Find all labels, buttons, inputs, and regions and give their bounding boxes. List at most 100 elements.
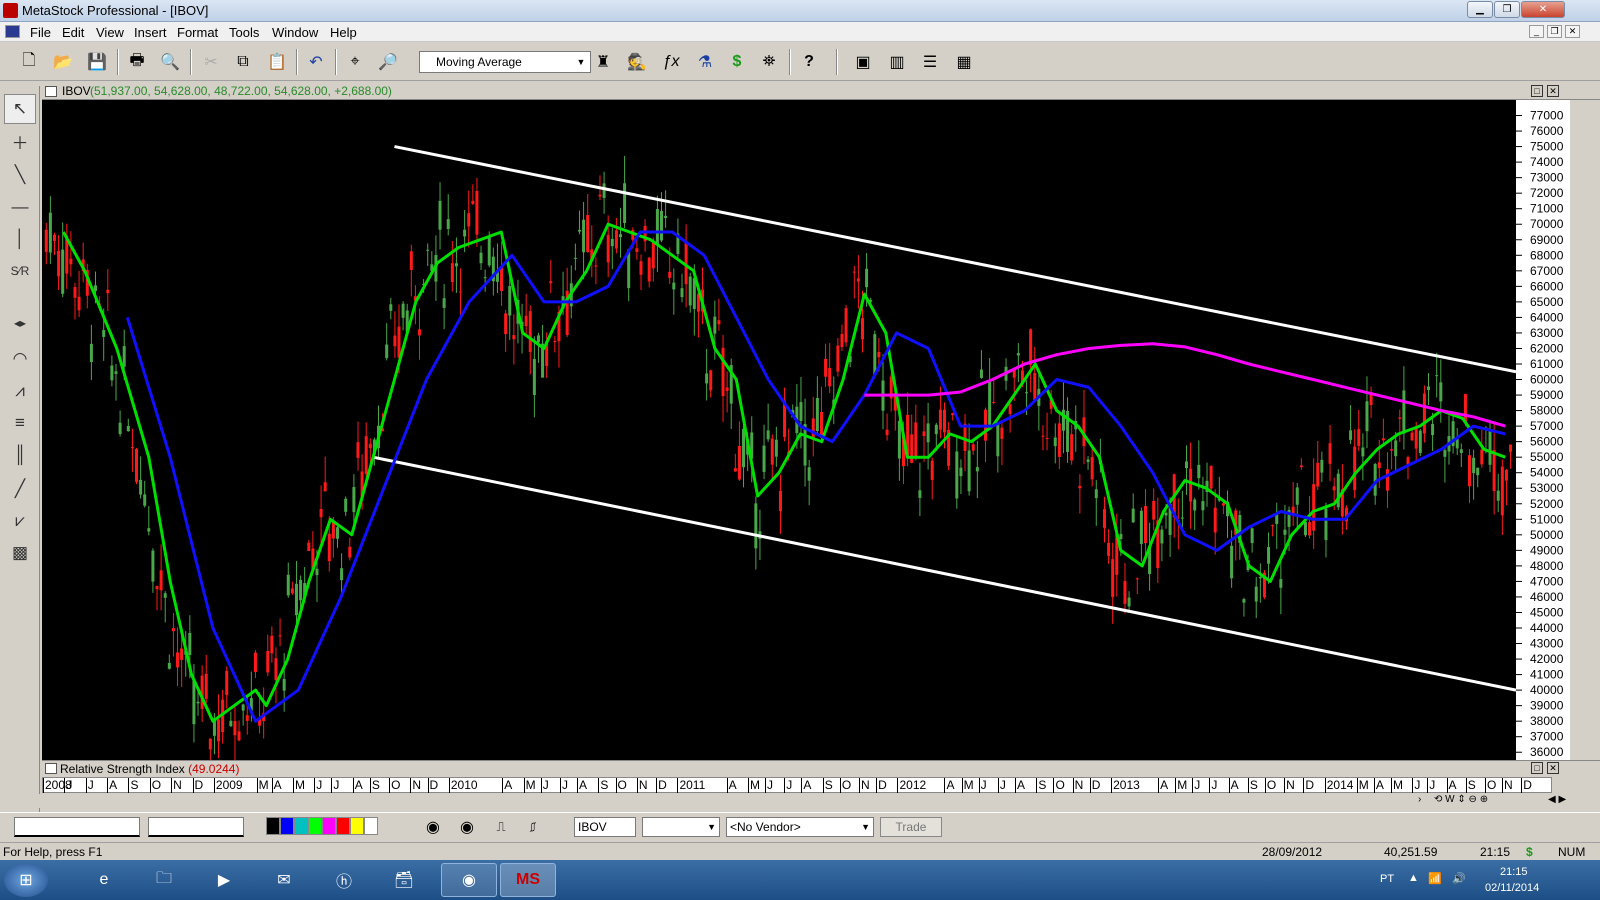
zoom-icon[interactable]: 🔎: [375, 49, 401, 75]
color-swatch[interactable]: [308, 817, 322, 835]
language-indicator[interactable]: PT: [1380, 873, 1394, 885]
periodicity-select[interactable]: ▼: [642, 817, 720, 837]
crosshair-icon[interactable]: ⌖: [342, 49, 368, 75]
line-style-select[interactable]: [14, 817, 140, 837]
chrome-icon[interactable]: ◉: [420, 814, 446, 840]
scroll-arrows-icon[interactable]: ◀ ▶: [1548, 794, 1566, 805]
mdi-restore-button[interactable]: ❐: [1547, 25, 1562, 38]
symbol-field[interactable]: IBOV: [574, 817, 636, 837]
chart-window-icon[interactable]: [45, 86, 57, 97]
scroll-left-icon[interactable]: ›: [1418, 794, 1421, 805]
metastock-taskbar-icon[interactable]: MS: [500, 863, 556, 897]
chevron-down-icon[interactable]: ▼: [707, 818, 716, 836]
close-chart-icon[interactable]: ✕: [1547, 85, 1559, 97]
open-icon[interactable]: 📂: [50, 49, 76, 75]
color-swatch[interactable]: [322, 817, 336, 835]
undo-icon[interactable]: ↶: [303, 49, 329, 75]
menu-insert[interactable]: Insert: [134, 25, 167, 40]
detective-icon[interactable]: 🕵: [624, 49, 650, 75]
menu-help[interactable]: Help: [330, 25, 357, 40]
fibonacci-fan-icon[interactable]: ⩘: [4, 376, 36, 406]
save-icon[interactable]: 💾: [84, 49, 110, 75]
chrome-icon[interactable]: ◉: [454, 814, 480, 840]
mdi-close-button[interactable]: ✕: [1565, 25, 1580, 38]
chevron-down-icon[interactable]: ▼: [861, 818, 870, 836]
line-weight-select[interactable]: [148, 817, 244, 837]
menu-view[interactable]: View: [96, 25, 124, 40]
maximize-chart-icon[interactable]: □: [1531, 85, 1543, 97]
open-chart-icon[interactable]: ⎎: [520, 814, 546, 840]
chrome-taskbar-icon[interactable]: ◉: [441, 863, 497, 897]
menu-edit[interactable]: Edit: [62, 25, 84, 40]
trade-button[interactable]: Trade: [880, 817, 942, 837]
copy-icon[interactable]: ⧉: [230, 49, 256, 75]
color-palette[interactable]: [266, 817, 378, 835]
close-rsi-icon[interactable]: ✕: [1547, 762, 1559, 774]
close-button[interactable]: ✕: [1521, 1, 1565, 18]
vertical-line-icon[interactable]: │: [4, 224, 36, 254]
vendor-select[interactable]: <No Vendor> ▼: [726, 817, 874, 837]
fibonacci-arcs-icon[interactable]: ◠: [4, 344, 36, 374]
indicator-select[interactable]: Moving Average ▼: [419, 51, 591, 73]
cycle-lines-icon[interactable]: ║: [4, 440, 36, 470]
print-preview-icon[interactable]: 🔍: [157, 49, 183, 75]
binoculars-icon[interactable]: ⛯: [756, 49, 782, 75]
print-icon[interactable]: 🖶: [124, 49, 150, 75]
document-icon[interactable]: [5, 25, 20, 38]
explorer-icon[interactable]: ⚗: [692, 49, 718, 75]
explorer-folder-icon[interactable]: 🗀: [136, 863, 192, 897]
tile-icon[interactable]: ▣: [850, 49, 876, 75]
new-icon[interactable]: 🗋: [16, 49, 42, 75]
price-chart[interactable]: 3600037000 3800039000 4000041000 4200043000…: [42, 100, 1570, 760]
color-swatch[interactable]: [280, 817, 294, 835]
price-bar-body: [1476, 467, 1480, 476]
outlook-icon[interactable]: ✉: [256, 863, 312, 897]
horizontal-line-icon[interactable]: —: [4, 192, 36, 222]
line-tool-icon[interactable]: ╱: [4, 474, 36, 504]
network-icon[interactable]: 📶: [1428, 872, 1442, 885]
color-swatch[interactable]: [350, 817, 364, 835]
price-bar-body: [635, 248, 639, 252]
help-icon[interactable]: ?: [796, 49, 822, 75]
support-resistance-icon[interactable]: S⁄R: [4, 256, 36, 286]
trendline-icon[interactable]: ╲: [4, 160, 36, 190]
mdi-minimize-button[interactable]: _: [1529, 25, 1544, 38]
cut-icon[interactable]: ✂: [198, 49, 224, 75]
trader-icon[interactable]: ♜: [590, 49, 616, 75]
file-manager-icon[interactable]: 🗃: [376, 863, 432, 897]
chevron-down-icon[interactable]: ▼: [574, 54, 588, 70]
price-bar-body: [274, 658, 278, 681]
rsi-window-icon[interactable]: [45, 763, 57, 774]
gann-fan-icon[interactable]: ⩗: [4, 506, 36, 536]
scroll-controls[interactable]: ⟲ W ⇕ ⊖ ⊕: [1434, 794, 1488, 805]
columns-icon[interactable]: ▥: [884, 49, 910, 75]
tray-arrow-icon[interactable]: ▲: [1408, 872, 1419, 884]
media-player-icon[interactable]: ▶: [196, 863, 252, 897]
formula-icon[interactable]: ƒx: [658, 49, 684, 75]
pointer-icon[interactable]: ↖: [4, 94, 36, 124]
paste-icon[interactable]: 📋: [264, 49, 290, 75]
color-swatch[interactable]: [266, 817, 280, 835]
menu-format[interactable]: Format: [177, 25, 218, 40]
maximize-button[interactable]: ❐: [1494, 1, 1520, 18]
hp-icon[interactable]: ⓗ: [316, 863, 372, 897]
color-swatch[interactable]: [336, 817, 350, 835]
maximize-rsi-icon[interactable]: □: [1531, 762, 1543, 774]
dollar-icon[interactable]: $: [724, 49, 750, 75]
menu-window[interactable]: Window: [272, 25, 318, 40]
new-chart-icon[interactable]: ⎍: [488, 814, 514, 840]
pattern-icon[interactable]: ▩: [4, 538, 36, 568]
color-swatch[interactable]: [294, 817, 308, 835]
minimize-button[interactable]: ▁: [1467, 1, 1493, 18]
menu-tools[interactable]: Tools: [229, 25, 259, 40]
start-button[interactable]: ⊞: [4, 863, 48, 897]
fibonacci-retracement-icon[interactable]: ≡: [4, 408, 36, 438]
color-swatch[interactable]: [364, 817, 378, 835]
grid-icon[interactable]: ▦: [951, 49, 977, 75]
menu-file[interactable]: File: [30, 25, 51, 40]
crosshair-tool-icon[interactable]: ＋: [4, 126, 36, 156]
volume-icon[interactable]: 🔊: [1452, 872, 1466, 885]
scroll-arrows-icon[interactable]: ◂▸: [4, 308, 36, 338]
rows-icon[interactable]: ☰: [917, 49, 943, 75]
ie-icon[interactable]: e: [76, 863, 132, 897]
